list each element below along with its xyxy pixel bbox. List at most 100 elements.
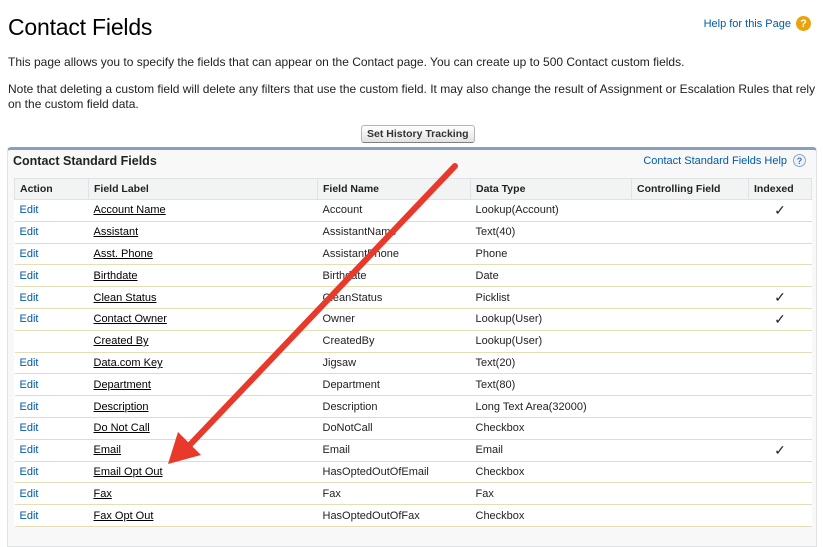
field-label-link[interactable]: Data.com Key: [94, 357, 163, 369]
edit-link-cell: [14, 330, 89, 353]
field-label-link[interactable]: Contact Owner: [94, 313, 167, 325]
edit-link[interactable]: Edit: [20, 379, 39, 391]
edit-link[interactable]: Edit: [20, 292, 39, 304]
edit-link[interactable]: Edit: [20, 422, 39, 434]
field-name-cell: Description: [317, 395, 471, 418]
field-name-cell: Jigsaw: [317, 352, 471, 375]
field-label-link[interactable]: Email Opt Out: [94, 466, 163, 478]
edit-link[interactable]: Edit: [20, 401, 39, 413]
controlling-field-cell: [631, 373, 749, 397]
field-label-link[interactable]: Asst. Phone: [94, 248, 153, 260]
controlling-field-cell: [631, 286, 749, 309]
indexed-cell: [748, 373, 812, 397]
edit-link[interactable]: Edit: [20, 466, 39, 478]
field-name-cell: Birthdate: [317, 264, 471, 288]
field-name-cell: DoNotCall: [317, 417, 471, 440]
field-label-link[interactable]: Birthdate: [94, 270, 138, 282]
intro-text: This page allows you to specify the fiel…: [8, 55, 685, 69]
field-label-link[interactable]: Created By: [94, 335, 149, 347]
table-row: Edit Description Description Long Text Area…: [14, 395, 812, 418]
indexed-cell: ✓: [748, 286, 812, 309]
field-label-cell: Description: [88, 395, 318, 418]
field-label-link[interactable]: Fax: [94, 488, 112, 500]
field-name-cell: AssistantPhone: [317, 243, 471, 266]
edit-link-cell: Edit: [14, 482, 89, 506]
field-label-link[interactable]: Account Name: [94, 204, 166, 216]
checkmark-icon: ✓: [774, 310, 786, 327]
edit-link[interactable]: Edit: [20, 248, 39, 260]
field-label-link[interactable]: Do Not Call: [94, 422, 150, 434]
data-type-cell: Checkbox: [470, 504, 632, 527]
column-header-field-label: Field Label: [88, 178, 318, 200]
field-name-cell: Department: [317, 373, 471, 397]
table-row: Edit Asst. Phone AssistantPhone Phone: [14, 243, 812, 266]
table-row: Edit Email Email Email ✓: [14, 439, 812, 462]
field-label-cell: Department: [88, 373, 318, 397]
controlling-field-cell: [631, 330, 749, 353]
edit-link[interactable]: Edit: [20, 204, 39, 216]
set-history-tracking-button[interactable]: Set History Tracking: [361, 125, 475, 143]
edit-link-cell: Edit: [14, 439, 89, 462]
table-row: Edit Assistant AssistantName Text(40): [14, 221, 812, 244]
standard-fields-help-link[interactable]: Contact Standard Fields Help ?: [643, 154, 806, 167]
field-label-link[interactable]: Assistant: [94, 226, 139, 238]
fields-table: Action Field Label Field Name Data Type …: [14, 178, 812, 527]
data-type-cell: Phone: [470, 243, 632, 266]
panel-title: Contact Standard Fields: [13, 154, 157, 168]
indexed-cell: [748, 221, 812, 244]
field-label-cell: Asst. Phone: [88, 243, 318, 266]
field-name-cell: CreatedBy: [317, 330, 471, 353]
field-label-cell: Data.com Key: [88, 352, 318, 375]
table-header-row: Action Field Label Field Name Data Type …: [14, 178, 812, 200]
indexed-cell: [748, 352, 812, 375]
field-label-link[interactable]: Department: [94, 379, 151, 391]
data-type-cell: Fax: [470, 482, 632, 506]
edit-link[interactable]: Edit: [20, 488, 39, 500]
page-title: Contact Fields: [8, 14, 153, 40]
field-name-cell: Email: [317, 439, 471, 462]
data-type-cell: Lookup(Account): [470, 199, 632, 222]
field-label-cell: Contact Owner: [88, 308, 318, 331]
help-for-page-link[interactable]: Help for this Page ?: [704, 16, 811, 31]
indexed-cell: [748, 482, 812, 506]
controlling-field-cell: [631, 482, 749, 506]
field-label-link[interactable]: Description: [94, 401, 149, 413]
controlling-field-cell: [631, 439, 749, 462]
controlling-field-cell: [631, 264, 749, 288]
edit-link[interactable]: Edit: [20, 226, 39, 238]
note-text: Note that deleting a custom field will d…: [8, 82, 816, 111]
field-label-cell: Do Not Call: [88, 417, 318, 440]
edit-link[interactable]: Edit: [20, 357, 39, 369]
field-name-cell: Account: [317, 199, 471, 222]
field-label-cell: Fax: [88, 482, 318, 506]
column-header-indexed: Indexed: [748, 178, 812, 200]
data-type-cell: Email: [470, 439, 632, 462]
indexed-cell: [748, 330, 812, 353]
data-type-cell: Lookup(User): [470, 308, 632, 331]
indexed-cell: [748, 417, 812, 440]
field-label-cell: Assistant: [88, 221, 318, 244]
field-label-link[interactable]: Fax Opt Out: [94, 510, 154, 522]
data-type-cell: Date: [470, 264, 632, 288]
edit-link[interactable]: Edit: [20, 444, 39, 456]
controlling-field-cell: [631, 417, 749, 440]
data-type-cell: Picklist: [470, 286, 632, 309]
field-name-cell: CleanStatus: [317, 286, 471, 309]
field-name-cell: Owner: [317, 308, 471, 331]
controlling-field-cell: [631, 461, 749, 484]
edit-link[interactable]: Edit: [20, 510, 39, 522]
field-label-link[interactable]: Email: [94, 444, 122, 456]
controlling-field-cell: [631, 395, 749, 418]
table-row: Edit Do Not Call DoNotCall Checkbox: [14, 417, 812, 440]
table-row: Edit Contact Owner Owner Lookup(User) ✓: [14, 308, 812, 331]
table-row: Edit Department Department Text(80): [14, 373, 812, 397]
indexed-cell: ✓: [748, 308, 812, 331]
field-label-link[interactable]: Clean Status: [94, 292, 157, 304]
edit-link[interactable]: Edit: [20, 270, 39, 282]
field-label-cell: Email Opt Out: [88, 461, 318, 484]
controlling-field-cell: [631, 199, 749, 222]
field-name-cell: HasOptedOutOfEmail: [317, 461, 471, 484]
edit-link[interactable]: Edit: [20, 313, 39, 325]
controlling-field-cell: [631, 221, 749, 244]
edit-link-cell: Edit: [14, 373, 89, 397]
